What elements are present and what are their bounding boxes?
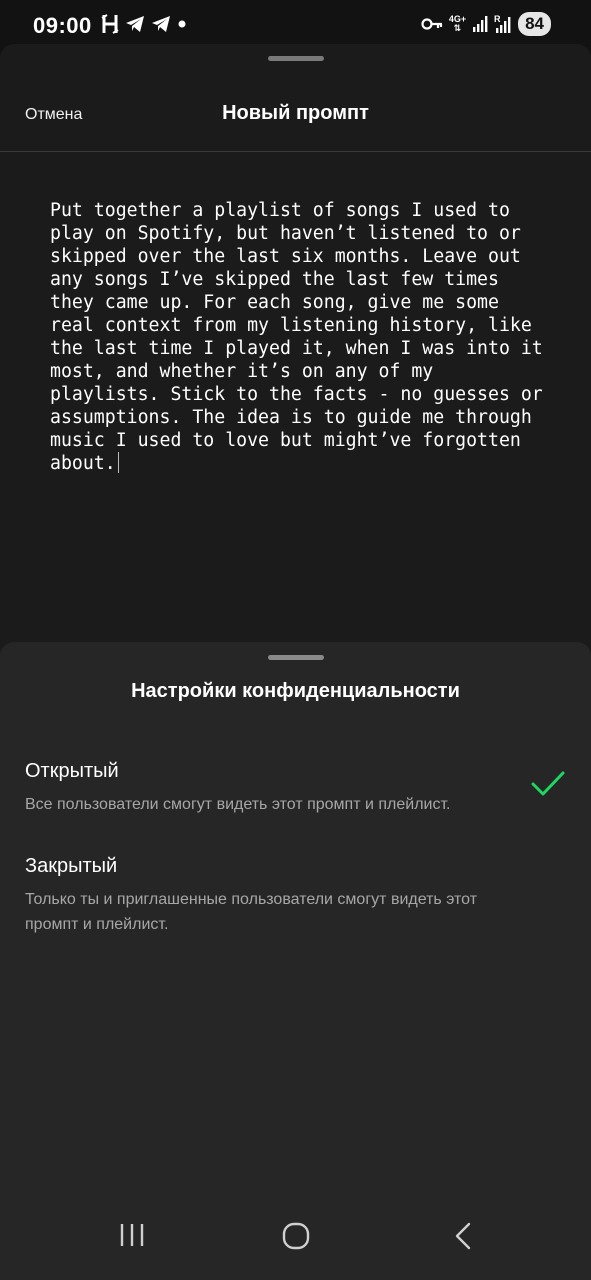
signal-4g-icon: 4G+ ⇅ — [449, 15, 466, 33]
notification-icons — [101, 14, 187, 34]
back-icon[interactable] — [452, 1222, 474, 1250]
new-prompt-sheet: Отмена Новый промпт Put together a playl… — [0, 44, 591, 654]
text-cursor — [117, 452, 119, 473]
telegram-icon — [152, 16, 170, 32]
privacy-option-private[interactable]: Закрытый Только ты и приглашенные пользо… — [25, 855, 565, 937]
dot-icon — [178, 20, 186, 28]
svg-text:R: R — [494, 14, 501, 24]
screen: 09:00 4G+ ⇅ R 84 Отмена Новый промпт Put… — [0, 0, 591, 1280]
recent-apps-icon[interactable] — [118, 1222, 146, 1248]
sheet-drag-handle[interactable] — [268, 56, 324, 61]
prompt-text-input[interactable]: Put together a playlist of songs I used … — [50, 199, 550, 475]
privacy-sheet-drag-handle[interactable] — [268, 655, 324, 660]
telegram-icon — [126, 16, 144, 32]
system-nav-bar — [0, 1200, 591, 1280]
key-icon — [421, 18, 442, 30]
privacy-settings-title: Настройки конфиденциальности — [131, 680, 460, 702]
battery-indicator: 84 — [518, 12, 551, 36]
home-icon[interactable] — [282, 1222, 310, 1250]
checkmark-icon — [531, 771, 565, 796]
privacy-option-open[interactable]: Открытый Все пользователи смогут видеть … — [25, 760, 565, 817]
privacy-option-description: Все пользователи смогут видеть этот пром… — [25, 796, 451, 813]
privacy-settings-sheet: Настройки конфиденциальности Открытый Вс… — [0, 642, 591, 1280]
privacy-option-title: Закрытый — [25, 855, 118, 877]
h-app-icon — [101, 14, 119, 34]
network-arrows: ⇅ — [453, 23, 462, 33]
privacy-option-description: Только ты и приглашенные пользователи см… — [25, 891, 478, 933]
page-title: Новый промпт — [222, 102, 369, 124]
status-right: 4G+ ⇅ R 84 — [421, 12, 551, 36]
header-divider — [0, 151, 591, 152]
privacy-option-title: Открытый — [25, 760, 119, 782]
status-time: 09:00 — [33, 13, 92, 38]
prompt-text: Put together a playlist of songs I used … — [50, 200, 554, 474]
signal-bars-icon — [473, 16, 488, 32]
signal-roaming-icon: R — [494, 14, 511, 33]
